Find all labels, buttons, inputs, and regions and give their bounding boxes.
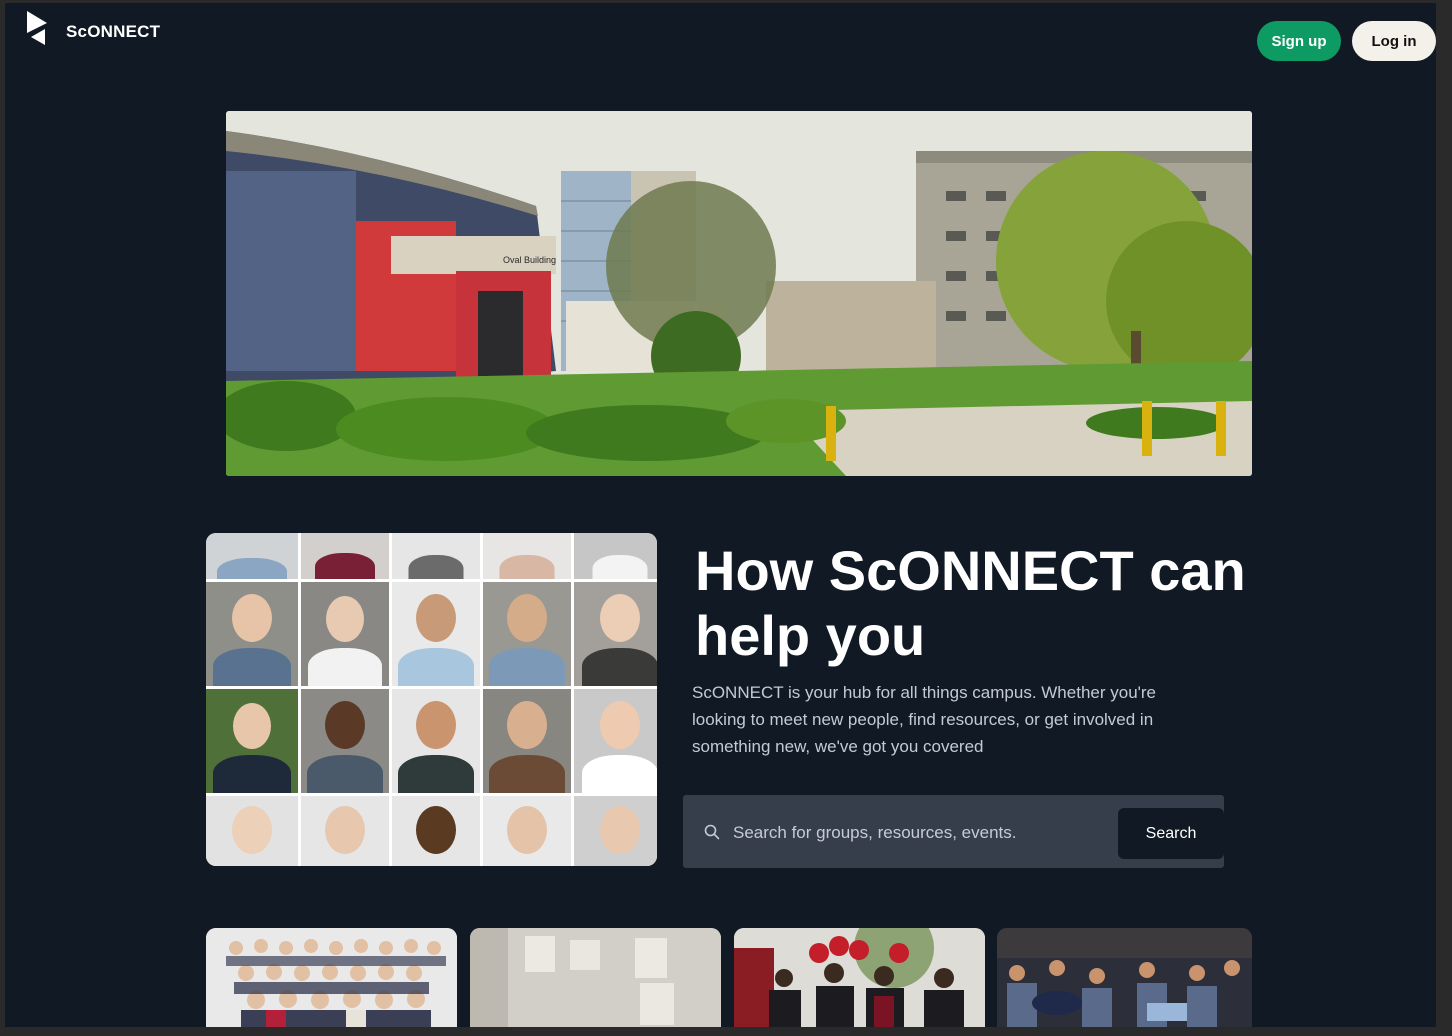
student-photo <box>574 796 657 866</box>
student-photo <box>392 689 480 793</box>
search-icon <box>704 824 720 840</box>
student-photo <box>206 689 298 793</box>
students-photo-grid <box>206 533 657 866</box>
student-photo <box>206 533 298 579</box>
student-photo <box>301 689 389 793</box>
student-photo <box>483 582 571 686</box>
search-input[interactable] <box>731 817 1115 849</box>
logo[interactable]: ScONNECT <box>25 9 160 47</box>
signup-button[interactable]: Sign up <box>1257 21 1341 61</box>
feature-card-resources[interactable] <box>470 928 721 1027</box>
student-photo <box>574 533 657 579</box>
page-title: How ScONNECT can help you <box>695 539 1246 667</box>
page-description: ScONNECT is your hub for all things camp… <box>692 683 1157 756</box>
student-photo <box>301 796 389 866</box>
feature-card-groups[interactable] <box>206 928 457 1027</box>
student-photo <box>301 533 389 579</box>
student-photo <box>392 796 480 866</box>
student-photo <box>574 689 657 793</box>
student-photo <box>483 796 571 866</box>
brand-name: ScONNECT <box>66 22 161 41</box>
hero-sign: Oval Building <box>503 255 556 265</box>
student-photo <box>574 582 657 686</box>
page: ScONNECT Sign up Log in Oval Building Ho… <box>5 3 1436 1027</box>
search-button[interactable]: Search <box>1118 808 1224 859</box>
student-photo <box>206 796 298 866</box>
student-photo <box>301 582 389 686</box>
hero-campus-image: Oval Building <box>226 111 1252 476</box>
search-bar: Search <box>683 795 1224 868</box>
student-photo <box>483 533 571 579</box>
feature-card-events[interactable] <box>734 928 985 1027</box>
student-photo <box>392 582 480 686</box>
student-photo <box>392 533 480 579</box>
logo-icon <box>27 11 47 45</box>
login-button[interactable]: Log in <box>1352 21 1436 61</box>
student-photo <box>206 582 298 686</box>
feature-card-community[interactable] <box>997 928 1252 1027</box>
student-photo <box>483 689 571 793</box>
